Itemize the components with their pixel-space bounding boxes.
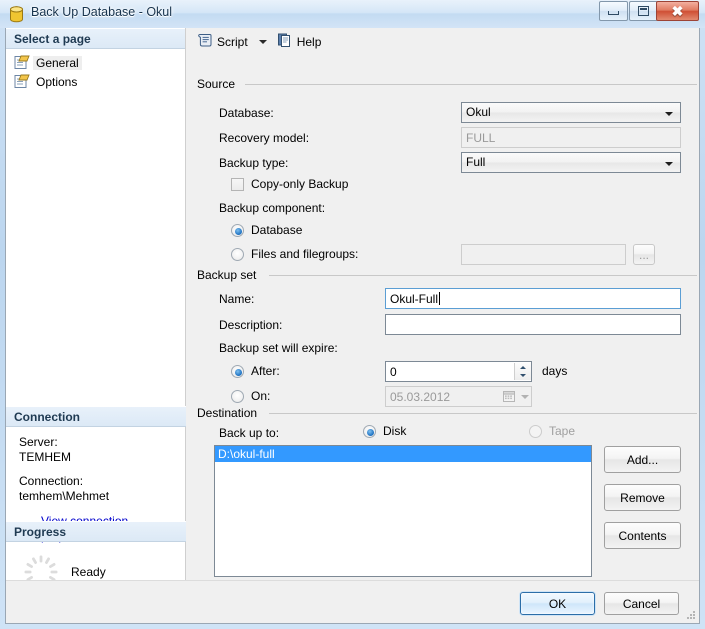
backup-component-label: Backup component: [219, 201, 326, 215]
sidebar-item-options[interactable]: Options [12, 72, 100, 91]
maximize-button[interactable] [629, 1, 658, 21]
close-button[interactable]: ✖ [656, 1, 699, 21]
destination-tape-radio [529, 425, 542, 438]
expire-on-label: On: [251, 389, 271, 403]
connection-header: Connection [6, 406, 186, 427]
toolbar: Script Help [187, 28, 699, 55]
main-content: Script Help Source Database: Okul Recove… [187, 28, 699, 580]
destination-disk-label: Disk [383, 424, 407, 438]
dialog-client-area: Select a page General Options Connection… [5, 28, 700, 624]
group-divider [245, 84, 697, 85]
help-label: Help [296, 34, 322, 49]
connection-value: temhem\Mehmet [19, 489, 110, 503]
expire-after-days-input[interactable]: 0 [385, 361, 532, 382]
script-button[interactable]: Script [193, 31, 252, 53]
server-value: TEMHEM [19, 450, 71, 464]
group-divider [269, 413, 697, 414]
expire-after-radio[interactable] [231, 365, 244, 378]
description-label: Description: [219, 318, 283, 332]
remove-button[interactable]: Remove [604, 484, 681, 511]
list-item[interactable]: D:\okul-full [215, 446, 591, 462]
destination-tape-label: Tape [549, 424, 576, 438]
backup-database-window: Back Up Database - Okul ✖ Select a page [0, 0, 705, 629]
cancel-button[interactable]: Cancel [604, 592, 679, 615]
destination-disk-radio[interactable] [363, 425, 376, 438]
expire-after-label: After: [251, 364, 280, 378]
backup-set-name-value: Okul-Full [390, 292, 441, 306]
help-button[interactable]: Help [273, 31, 326, 53]
source-group-title: Source [197, 77, 241, 91]
recovery-model-value: FULL [466, 131, 496, 145]
expire-on-date-value: 05.03.2012 [390, 390, 451, 404]
database-cylinder-icon [9, 6, 24, 23]
component-database-label: Database [251, 223, 303, 237]
chevron-down-icon [665, 112, 673, 116]
browse-files-button[interactable]: ... [633, 244, 655, 265]
script-label: Script [217, 34, 248, 49]
database-combobox[interactable]: Okul [461, 102, 681, 123]
expire-on-date-picker[interactable]: 05.03.2012 [385, 386, 532, 407]
chevron-down-icon [521, 394, 529, 399]
close-icon: ✖ [671, 2, 684, 19]
page-icon [14, 74, 30, 89]
expire-label: Backup set will expire: [219, 341, 338, 355]
destination-group-title: Destination [197, 406, 263, 420]
recovery-model-label: Recovery model: [219, 131, 310, 145]
connection-label: Connection: [19, 474, 84, 488]
title-bar: Back Up Database - Okul ✖ [0, 0, 705, 28]
ok-button[interactable]: OK [520, 592, 595, 615]
copy-only-backup-checkbox[interactable] [231, 178, 244, 191]
days-spinner[interactable] [514, 363, 531, 380]
expire-on-radio[interactable] [231, 390, 244, 403]
contents-button[interactable]: Contents [604, 522, 681, 549]
database-label: Database: [219, 106, 274, 120]
minimize-button[interactable] [599, 1, 628, 21]
page-icon [14, 55, 30, 70]
backup-set-description-input[interactable] [385, 314, 681, 335]
sidebar-item-label: Options [36, 74, 78, 89]
component-files-radio[interactable] [231, 248, 244, 261]
chevron-down-icon[interactable] [258, 39, 267, 44]
backup-type-combobox[interactable]: Full [461, 152, 681, 173]
progress-status: Ready [71, 565, 106, 579]
server-label: Server: [19, 435, 58, 449]
minimize-icon [600, 2, 627, 20]
progress-header: Progress [6, 521, 186, 542]
days-label: days [542, 364, 568, 378]
expire-after-days-value: 0 [390, 365, 397, 379]
dialog-footer: OK Cancel [6, 580, 699, 623]
script-scroll-icon [197, 32, 213, 51]
resize-grip[interactable] [685, 609, 697, 621]
window-title: Back Up Database - Okul [31, 5, 173, 19]
component-database-radio[interactable] [231, 224, 244, 237]
files-and-filegroups-field [461, 244, 626, 265]
page-list: General Options [6, 49, 185, 91]
group-divider [269, 275, 697, 276]
database-value: Okul [466, 105, 491, 119]
sidebar-item-general[interactable]: General [12, 53, 100, 72]
back-up-to-label: Back up to: [219, 426, 280, 440]
chevron-down-icon [665, 162, 673, 166]
destination-list[interactable]: D:\okul-full [214, 445, 592, 577]
text-caret [439, 292, 441, 305]
help-pages-icon [277, 32, 293, 51]
component-files-label: Files and filegroups: [251, 247, 359, 261]
maximize-icon [630, 2, 657, 20]
backup-type-label: Backup type: [219, 156, 289, 170]
backup-type-value: Full [466, 155, 486, 169]
recovery-model-field: FULL [461, 127, 681, 148]
copy-only-backup-label: Copy-only Backup [251, 177, 349, 191]
select-a-page-header: Select a page [6, 28, 185, 49]
sidebar-item-label: General [33, 55, 82, 70]
add-button[interactable]: Add... [604, 446, 681, 473]
calendar-icon [503, 390, 516, 403]
backup-set-name-input[interactable]: Okul-Full [385, 288, 681, 309]
sidebar: Select a page General Options Connection… [6, 28, 186, 589]
name-label: Name: [219, 292, 255, 306]
backup-set-group-title: Backup set [197, 268, 262, 282]
spinner-down-icon[interactable] [515, 371, 531, 380]
